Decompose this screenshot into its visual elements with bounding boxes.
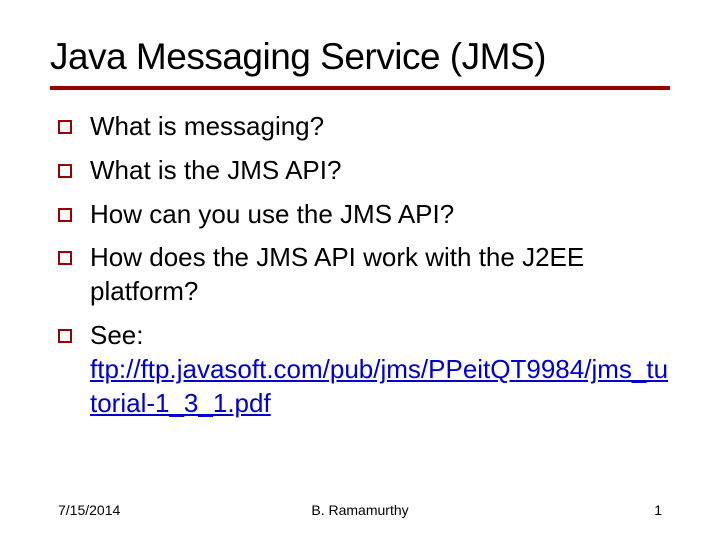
footer-author: B. Ramamurthy	[311, 502, 408, 518]
page-title: Java Messaging Service (JMS)	[50, 36, 670, 78]
bullet-text: How does the JMS API work with the J2EE …	[90, 241, 670, 309]
square-bullet-icon	[58, 251, 72, 265]
footer-page-number: 1	[654, 502, 662, 518]
slide: Java Messaging Service (JMS) What is mes…	[0, 0, 720, 540]
list-item: See: ftp://ftp.javasoft.com/pub/jms/PPei…	[58, 319, 670, 420]
square-bullet-icon	[58, 329, 72, 343]
bullet-text: How can you use the JMS API?	[90, 198, 670, 232]
see-label: See:	[90, 320, 144, 350]
list-item: How does the JMS API work with the J2EE …	[58, 241, 670, 309]
bullet-text: What is the JMS API?	[90, 154, 670, 188]
list-item: What is messaging?	[58, 110, 670, 144]
bullet-text: See: ftp://ftp.javasoft.com/pub/jms/PPei…	[90, 319, 670, 420]
square-bullet-icon	[58, 164, 72, 178]
footer-date: 7/15/2014	[58, 502, 120, 518]
list-item: How can you use the JMS API?	[58, 198, 670, 232]
bullet-text: What is messaging?	[90, 110, 670, 144]
square-bullet-icon	[58, 120, 72, 134]
tutorial-link[interactable]: ftp://ftp.javasoft.com/pub/jms/PPeitQT99…	[90, 354, 668, 418]
content-body: What is messaging? What is the JMS API? …	[50, 110, 670, 420]
list-item: What is the JMS API?	[58, 154, 670, 188]
footer: 7/15/2014 B. Ramamurthy 1	[0, 502, 720, 518]
square-bullet-icon	[58, 208, 72, 222]
title-underline	[50, 86, 670, 90]
